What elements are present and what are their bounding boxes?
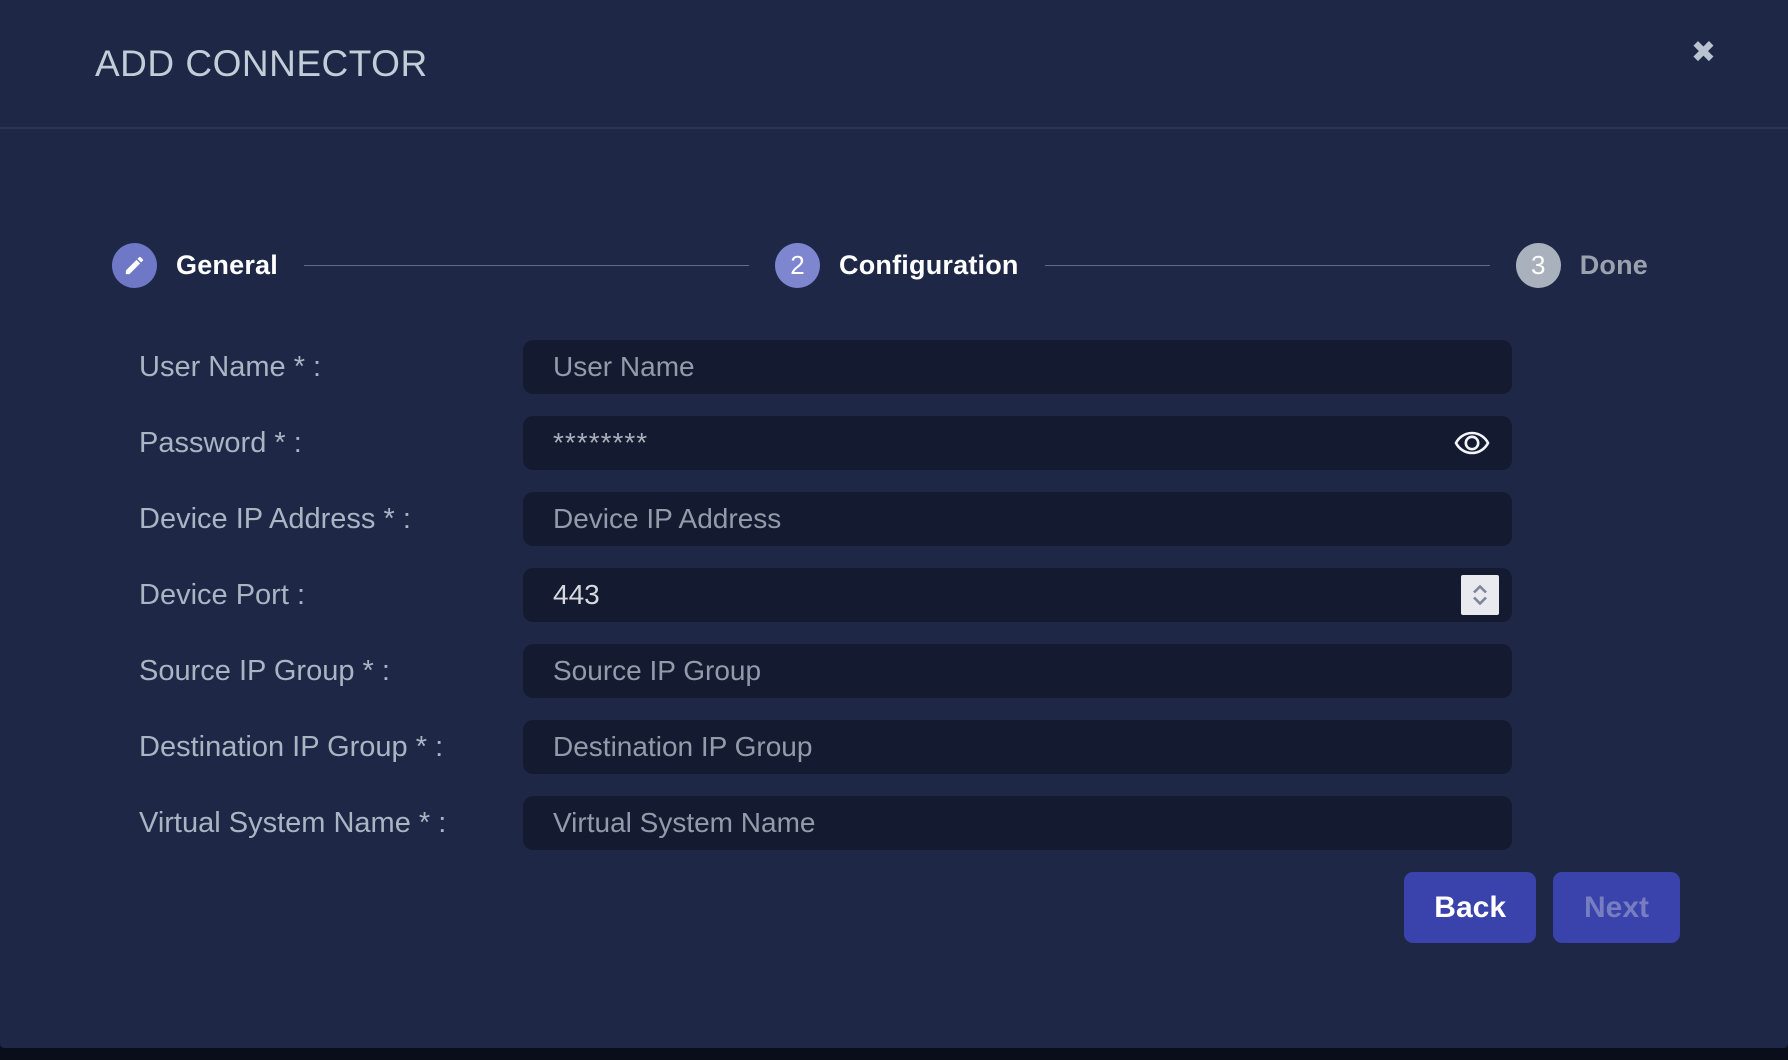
- virtual-system-name-input-wrap: [523, 796, 1512, 850]
- form-row-password: Password * :: [0, 416, 1788, 470]
- source-ip-group-input[interactable]: [523, 644, 1512, 698]
- device-port-stepper[interactable]: [1461, 575, 1499, 615]
- form-row-destination-ip-group: Destination IP Group * :: [0, 720, 1788, 774]
- username-label: User Name * :: [0, 351, 523, 384]
- step-general[interactable]: General: [112, 243, 278, 288]
- step-general-label: General: [176, 250, 278, 281]
- form-row-device-port: Device Port :: [0, 568, 1788, 622]
- step-done: 3 Done: [1516, 243, 1648, 288]
- dialog-footer: Back Next: [0, 872, 1680, 943]
- configuration-form: User Name * : Password * : Device IP Add…: [0, 340, 1788, 943]
- source-ip-group-input-wrap: [523, 644, 1512, 698]
- chevron-down-icon: [1472, 596, 1488, 605]
- password-label: Password * :: [0, 427, 523, 460]
- destination-ip-group-label: Destination IP Group * :: [0, 731, 523, 764]
- device-port-input-wrap: [523, 568, 1512, 622]
- virtual-system-name-input[interactable]: [523, 796, 1512, 850]
- device-ip-input[interactable]: [523, 492, 1512, 546]
- chevron-up-icon: [1472, 585, 1488, 594]
- close-icon[interactable]: ✖: [1691, 38, 1716, 68]
- source-ip-group-label: Source IP Group * :: [0, 655, 523, 688]
- next-button[interactable]: Next: [1553, 872, 1680, 943]
- step-done-circle: 3: [1516, 243, 1561, 288]
- device-ip-label: Device IP Address * :: [0, 503, 523, 536]
- dialog-header: ADD CONNECTOR ✖: [0, 0, 1788, 129]
- password-input-wrap: [523, 416, 1512, 470]
- add-connector-dialog: ADD CONNECTOR ✖ General 2 Configuration …: [0, 0, 1788, 1048]
- form-row-device-ip: Device IP Address * :: [0, 492, 1788, 546]
- device-ip-input-wrap: [523, 492, 1512, 546]
- destination-ip-group-input-wrap: [523, 720, 1512, 774]
- back-button[interactable]: Back: [1404, 872, 1536, 943]
- password-input[interactable]: [523, 416, 1512, 470]
- device-port-input[interactable]: [523, 568, 1512, 622]
- step-configuration-circle: 2: [775, 243, 820, 288]
- form-row-source-ip-group: Source IP Group * :: [0, 644, 1788, 698]
- destination-ip-group-input[interactable]: [523, 720, 1512, 774]
- wizard-stepper: General 2 Configuration 3 Done: [112, 242, 1648, 288]
- toggle-password-visibility-button[interactable]: [1450, 426, 1494, 460]
- pencil-icon: [123, 254, 146, 277]
- username-input[interactable]: [523, 340, 1512, 394]
- step-connector: [1045, 265, 1490, 266]
- form-row-virtual-system-name: Virtual System Name * :: [0, 796, 1788, 850]
- device-port-label: Device Port :: [0, 579, 523, 612]
- form-row-username: User Name * :: [0, 340, 1788, 394]
- step-done-label: Done: [1580, 250, 1648, 281]
- step-configuration-label: Configuration: [839, 250, 1019, 281]
- step-general-circle: [112, 243, 157, 288]
- eye-icon: [1454, 430, 1490, 456]
- virtual-system-name-label: Virtual System Name * :: [0, 807, 523, 840]
- step-connector: [304, 265, 749, 266]
- dialog-title: ADD CONNECTOR: [95, 43, 428, 85]
- step-configuration[interactable]: 2 Configuration: [775, 243, 1019, 288]
- username-input-wrap: [523, 340, 1512, 394]
